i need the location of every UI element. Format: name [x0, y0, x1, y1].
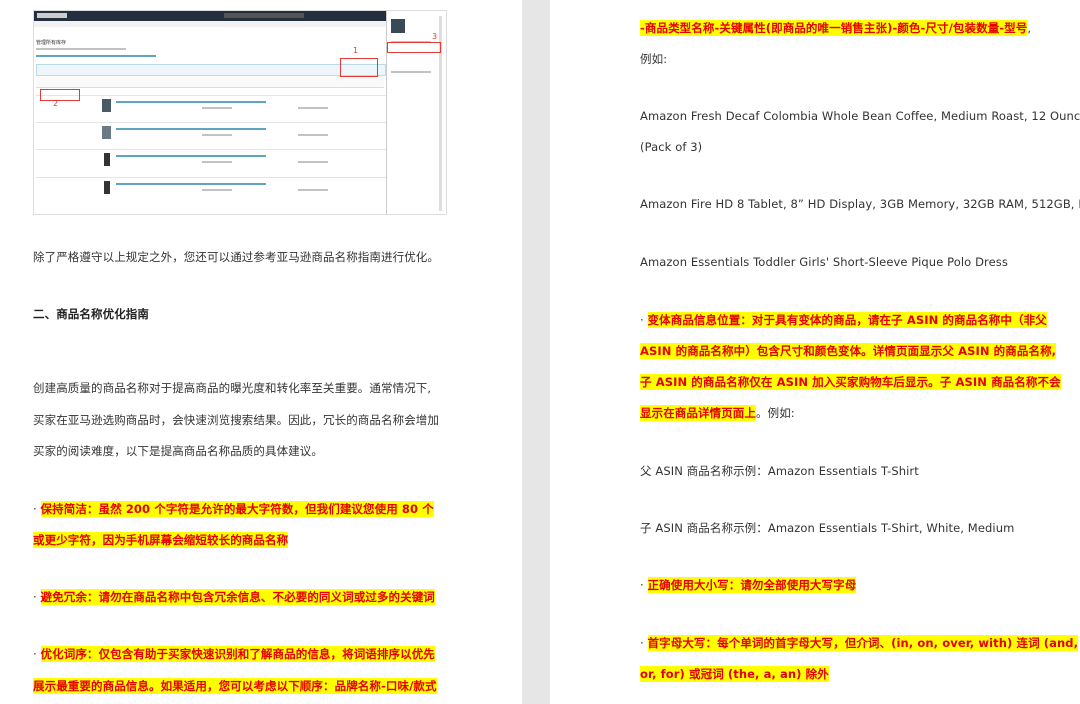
screenshot-logo — [37, 13, 67, 18]
screenshot-side-line — [391, 71, 431, 73]
screenshot-cell — [298, 189, 328, 191]
callout-box-3 — [387, 42, 441, 53]
screenshot-heading: 管理所有库存 — [36, 40, 67, 46]
highlighted-bullet: · 保持简洁：虽然 200 个字符是允许的最大字符数，但我们建议您使用 80 个 — [33, 501, 434, 517]
screenshot-cell — [202, 107, 232, 109]
highlighted-text: -商品类型名称-关键属性(即商品的唯一销售主张)-颜色-尺寸/包装数量-型号, — [640, 20, 1032, 36]
highlighted-text: 显示在商品详情页面上。例如: — [640, 405, 795, 421]
paragraph-text: 买家的阅读难度，以下是提高商品名称品质的具体建议。 — [33, 444, 323, 458]
callout-number-3: 3 — [432, 32, 438, 41]
callout-box-1 — [340, 58, 378, 77]
document-page-left: 管理所有库存 1 2 3 除了严格遵守以上规定之外，您还可以通过参考亚马逊商品名… — [0, 0, 522, 704]
example-text: 父 ASIN 商品名称示例：Amazon Essentials T-Shirt — [640, 464, 919, 478]
paragraph-text: 创建高质量的商品名称对于提高商品的曝光度和转化率至关重要。通常情况下, — [33, 381, 432, 395]
example-text: Amazon Fire HD 8 Tablet, 8” HD Display, … — [640, 197, 1080, 211]
screenshot-text-line — [36, 48, 126, 50]
highlighted-bullet: · 正确使用大小写：请勿全部使用大写字母 — [640, 577, 857, 593]
screenshot-search-bar — [224, 13, 304, 18]
screenshot-cell — [202, 134, 232, 136]
screenshot-info-banner — [36, 64, 386, 76]
screenshot-product-link — [116, 101, 266, 103]
screenshot-product-thumb — [104, 181, 110, 194]
screenshot-product-thumb — [104, 153, 110, 166]
paragraph-text: 除了严格遵守以上规定之外，您还可以通过参考亚马逊商品名称指南进行优化。 — [33, 250, 439, 264]
highlighted-text: 展示最重要的商品信息。如果适用，您可以考虑以下顺序：品牌名称-口味/款式 — [33, 678, 437, 694]
page-gutter — [522, 0, 550, 704]
callout-number-2: 2 — [53, 99, 59, 108]
example-text: Amazon Essentials Toddler Girls' Short-S… — [640, 255, 1008, 269]
highlighted-text: 子 ASIN 的商品名称仅在 ASIN 加入买家购物车后显示。子 ASIN 商品… — [640, 374, 1061, 390]
highlighted-text: ASIN 的商品名称中）包含尺寸和颜色变体。详情页面显示父 ASIN 的商品名称… — [640, 343, 1057, 359]
highlighted-bullet: · 首字母大写：每个单词的首字母大写，但介词、(in, on, over, wi… — [640, 635, 1079, 651]
screenshot-top-bar — [34, 11, 386, 21]
screenshot-row-divider — [36, 95, 386, 96]
screenshot-cell — [298, 161, 328, 163]
screenshot-row-divider — [36, 149, 386, 150]
screenshot-product-link — [116, 155, 266, 157]
example-text: Amazon Fresh Decaf Colombia Whole Bean C… — [640, 109, 1080, 123]
screenshot-product-thumb — [102, 126, 111, 139]
document-page-right: -商品类型名称-关键属性(即商品的唯一销售主张)-颜色-尺寸/包装数量-型号, … — [550, 0, 1080, 704]
screenshot-nav — [34, 21, 386, 27]
highlighted-bullet: · 优化词序：仅包含有助于买家快速识别和了解商品的信息，将词语排序以优先 — [33, 646, 435, 662]
screenshot-cell — [202, 161, 232, 163]
paragraph-text: 例如: — [640, 52, 668, 66]
screenshot-link-line — [36, 55, 156, 57]
seller-central-screenshot: 管理所有库存 1 2 3 — [33, 10, 447, 215]
screenshot-product-link — [116, 128, 266, 130]
example-text: (Pack of 3) — [640, 140, 703, 154]
callout-number-1: 1 — [353, 46, 359, 55]
highlighted-bullet: · 变体商品信息位置：对于具有变体的商品，请在子 ASIN 的商品名称中（非父 — [640, 312, 1047, 328]
screenshot-cell — [298, 107, 328, 109]
screenshot-cell — [202, 189, 232, 191]
screenshot-row-divider — [36, 177, 386, 178]
callout-box-2 — [40, 89, 80, 101]
highlighted-text: or, for) 或冠词 (the, a, an) 除外 — [640, 666, 829, 682]
paragraph-text: 买家在亚马逊选购商品时，会快速浏览搜索结果。因此，冗长的商品名称会增加 — [33, 413, 439, 427]
screenshot-product-link — [116, 183, 266, 185]
screenshot-product-thumb — [102, 99, 111, 112]
section-heading: 二、商品名称优化指南 — [33, 307, 149, 321]
highlighted-text: 或更少字符，因为手机屏幕会缩短较长的商品名称 — [33, 532, 289, 548]
screenshot-side-thumb — [391, 19, 405, 33]
screenshot-cell — [298, 134, 328, 136]
highlighted-bullet: · 避免冗余：请勿在商品名称中包含冗余信息、不必要的同义词或过多的关键词 — [33, 589, 435, 605]
screenshot-row-divider — [36, 122, 386, 123]
screenshot-toolbar — [36, 77, 384, 88]
example-text: 子 ASIN 商品名称示例：Amazon Essentials T-Shirt,… — [640, 521, 1015, 535]
